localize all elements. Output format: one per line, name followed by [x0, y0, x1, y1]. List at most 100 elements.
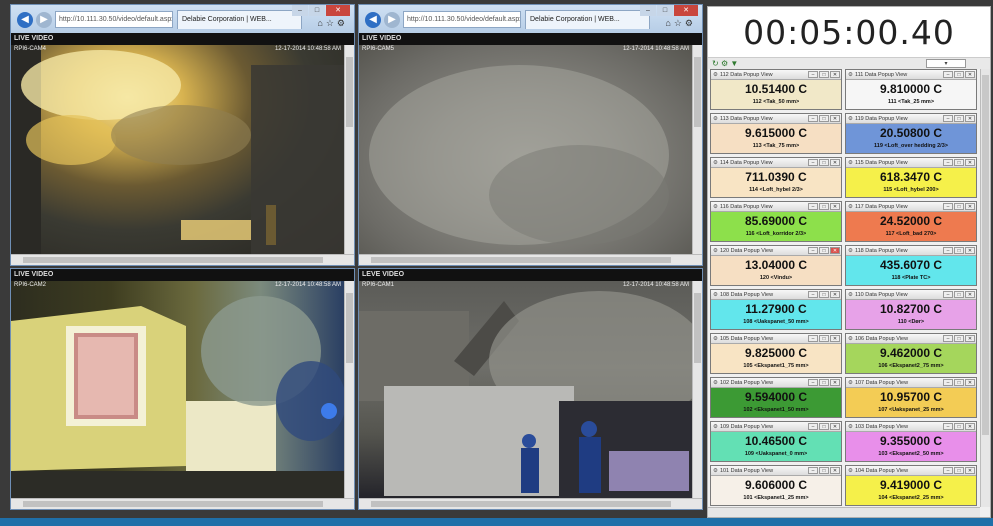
reading-card[interactable]: ⚙ 118 Data Popup View – □ ✕ 435.6070 C 118 <Pl… [845, 245, 977, 286]
reading-card[interactable]: ⚙ 119 Data Popup View – □ ✕ 20.50800 C 119 <Lo… [845, 113, 977, 154]
reading-card[interactable]: ⚙ 110 Data Popup View – □ ✕ 10.82700 C 110 <Dø… [845, 289, 977, 330]
gear-icon[interactable]: ⚙ [713, 336, 718, 342]
browser-window-3[interactable]: LIVE VIDEO RPI6-CAM2 12-17-2014 10:48:58… [10, 268, 355, 510]
back-icon[interactable]: ◀ [17, 12, 33, 28]
close-icon[interactable]: ✕ [830, 379, 840, 386]
maximize-icon[interactable]: □ [819, 71, 829, 78]
gear-icon[interactable]: ⚙ [848, 380, 853, 386]
minimize-icon[interactable]: – [943, 159, 953, 166]
reading-card[interactable]: ⚙ 116 Data Popup View – □ ✕ 85.69000 C 116 <Lo… [710, 201, 842, 242]
gear-icon[interactable]: ⚙ [848, 292, 853, 298]
address-bar[interactable]: http://10.111.30.50/video/default.aspx [55, 11, 173, 28]
vertical-scrollbar[interactable] [692, 281, 702, 498]
gear-icon[interactable]: ⚙ [713, 116, 718, 122]
maximize-icon[interactable]: □ [819, 115, 829, 122]
maximize-icon[interactable]: □ [954, 379, 964, 386]
close-icon[interactable]: ✕ [965, 71, 975, 78]
close-icon[interactable]: ✕ [965, 335, 975, 342]
maximize-icon[interactable]: □ [309, 5, 325, 16]
close-icon[interactable]: ✕ [830, 115, 840, 122]
minimize-icon[interactable]: – [943, 335, 953, 342]
maximize-icon[interactable]: □ [819, 159, 829, 166]
maximize-icon[interactable]: □ [954, 115, 964, 122]
minimize-icon[interactable]: – [943, 71, 953, 78]
minimize-icon[interactable]: – [808, 291, 818, 298]
refresh-icon[interactable]: ↻ [712, 59, 719, 68]
minimize-icon[interactable]: – [943, 247, 953, 254]
panel-horizontal-scrollbar[interactable] [708, 507, 980, 517]
minimize-icon[interactable]: – [808, 467, 818, 474]
horizontal-scrollbar[interactable] [11, 498, 354, 509]
reading-card[interactable]: ⚙ 106 Data Popup View – □ ✕ 9.462000 C 106 <Ek… [845, 333, 977, 374]
browser-tab[interactable]: Delabie Corporation | WEB... [177, 10, 302, 29]
maximize-icon[interactable]: □ [819, 379, 829, 386]
close-icon[interactable]: ✕ [965, 467, 975, 474]
close-icon[interactable]: ✕ [674, 5, 698, 16]
address-bar[interactable]: http://10.111.30.50/video/default.aspx [403, 11, 521, 28]
reading-card[interactable]: ⚙ 109 Data Popup View – □ ✕ 10.46500 C 109 <Ua… [710, 421, 842, 462]
maximize-icon[interactable]: □ [819, 203, 829, 210]
minimize-icon[interactable]: – [808, 203, 818, 210]
close-icon[interactable]: ✕ [965, 379, 975, 386]
vertical-scrollbar[interactable] [344, 281, 354, 498]
close-icon[interactable]: ✕ [830, 423, 840, 430]
reading-card[interactable]: ⚙ 108 Data Popup View – □ ✕ 11.27900 C 108 <Ua… [710, 289, 842, 330]
gear-icon[interactable]: ⚙ [713, 204, 718, 210]
maximize-icon[interactable]: □ [657, 5, 673, 16]
reading-card[interactable]: ⚙ 120 Data Popup View – □ ✕ 13.04000 C 120 <Vi… [710, 245, 842, 286]
horizontal-scrollbar[interactable] [359, 498, 702, 509]
minimize-icon[interactable]: – [943, 467, 953, 474]
gear-icon[interactable]: ⚙ [848, 336, 853, 342]
maximize-icon[interactable]: □ [819, 247, 829, 254]
maximize-icon[interactable]: □ [819, 335, 829, 342]
minimize-icon[interactable]: – [943, 291, 953, 298]
minimize-icon[interactable]: – [808, 71, 818, 78]
horizontal-scrollbar[interactable] [11, 254, 354, 265]
reading-card[interactable]: ⚙ 105 Data Popup View – □ ✕ 9.825000 C 105 <Ek… [710, 333, 842, 374]
close-icon[interactable]: ✕ [326, 5, 350, 16]
reading-card[interactable]: ⚙ 111 Data Popup View – □ ✕ 9.810000 C 111 <Ta… [845, 69, 977, 110]
browser-window-2[interactable]: ◀ ▶ http://10.111.30.50/video/default.as… [358, 4, 703, 266]
close-icon[interactable]: ✕ [965, 159, 975, 166]
reading-card[interactable]: ⚙ 114 Data Popup View – □ ✕ 711.0390 C 114 <Lo… [710, 157, 842, 198]
forward-icon[interactable]: ▶ [384, 12, 400, 28]
minimize-icon[interactable]: – [943, 115, 953, 122]
gear-icon[interactable]: ⚙ [713, 72, 718, 78]
close-icon[interactable]: ✕ [965, 291, 975, 298]
vertical-scrollbar[interactable] [344, 45, 354, 254]
minimize-icon[interactable]: – [808, 247, 818, 254]
home-star-gear-icons[interactable]: ⌂☆⚙ [665, 18, 696, 29]
vertical-scrollbar[interactable] [692, 45, 702, 254]
reading-card[interactable]: ⚙ 102 Data Popup View – □ ✕ 9.594000 C 102 <Ek… [710, 377, 842, 418]
maximize-icon[interactable]: □ [954, 467, 964, 474]
gear-icon[interactable]: ⚙ [713, 468, 718, 474]
panel-vertical-scrollbar[interactable] [980, 69, 990, 507]
maximize-icon[interactable]: □ [954, 335, 964, 342]
maximize-icon[interactable]: □ [954, 247, 964, 254]
minimize-icon[interactable]: – [808, 335, 818, 342]
reading-card[interactable]: ⚙ 107 Data Popup View – □ ✕ 10.95700 C 107 <Ua… [845, 377, 977, 418]
maximize-icon[interactable]: □ [819, 423, 829, 430]
gear-icon[interactable]: ⚙ [713, 292, 718, 298]
gear-icon[interactable]: ⚙ [848, 424, 853, 430]
gear-icon[interactable]: ⚙ [848, 468, 853, 474]
gear-icon[interactable]: ⚙ [848, 116, 853, 122]
minimize-icon[interactable]: – [943, 423, 953, 430]
back-icon[interactable]: ◀ [365, 12, 381, 28]
filter-icon[interactable]: ▼ [730, 59, 738, 68]
close-icon[interactable]: ✕ [830, 467, 840, 474]
maximize-icon[interactable]: □ [954, 71, 964, 78]
close-icon[interactable]: ✕ [965, 203, 975, 210]
maximize-icon[interactable]: □ [954, 423, 964, 430]
horizontal-scrollbar[interactable] [359, 254, 702, 265]
gear-icon[interactable]: ⚙ [848, 160, 853, 166]
minimize-icon[interactable]: – [943, 203, 953, 210]
minimize-icon[interactable]: – [943, 379, 953, 386]
close-icon[interactable]: ✕ [830, 71, 840, 78]
close-icon[interactable]: ✕ [830, 203, 840, 210]
close-icon[interactable]: ✕ [965, 115, 975, 122]
forward-icon[interactable]: ▶ [36, 12, 52, 28]
minimize-icon[interactable]: – [292, 5, 308, 16]
maximize-icon[interactable]: □ [819, 291, 829, 298]
close-icon[interactable]: ✕ [965, 247, 975, 254]
